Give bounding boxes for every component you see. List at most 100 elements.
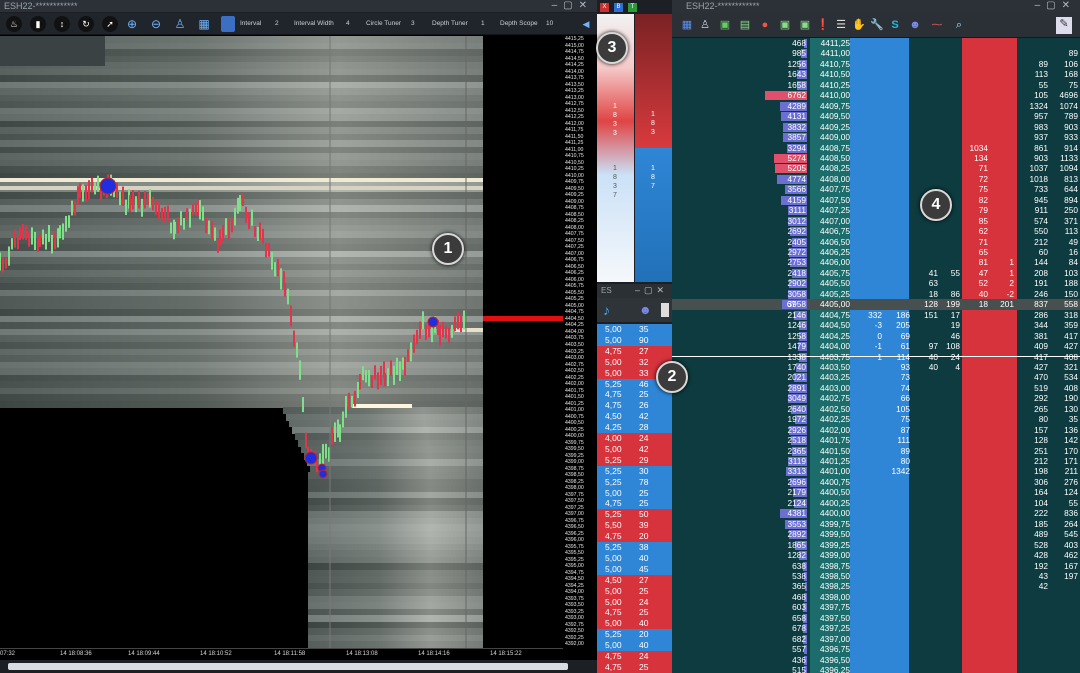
trade-row[interactable]: 4,75 24 — [597, 651, 672, 662]
dom-row[interactable]: 2902 4405,50 63 52 2 191 188 — [672, 278, 1080, 289]
dom-row[interactable]: 4131 4409,50 957 789 — [672, 111, 1080, 122]
dom-row[interactable]: 1282 4399,00 428 462 — [672, 550, 1080, 561]
s-icon[interactable]: S — [888, 18, 902, 32]
dom-row[interactable]: 1740 4403,50 93 40 4 427 321 — [672, 362, 1080, 373]
trade-row[interactable]: 4,75 20 — [597, 531, 672, 543]
trade-row[interactable]: 4,25 28 — [597, 422, 672, 434]
depth-scope-input[interactable]: 10 — [546, 20, 553, 27]
dom-row[interactable]: 638 4398,75 192 167 — [672, 561, 1080, 572]
dom-row[interactable]: 2518 4401,75 111 128 142 — [672, 435, 1080, 446]
dom-row[interactable]: 468 4411,25 — [672, 38, 1080, 49]
dom-row[interactable]: 2365 4401,50 89 251 170 — [672, 446, 1080, 457]
trade-row[interactable]: 5,25 20 — [597, 629, 672, 641]
trade-row[interactable]: 5,00 42 — [597, 443, 672, 455]
dom-row[interactable]: 1479 4404,00 -1 61 97 108 409 427 — [672, 341, 1080, 352]
dom-row[interactable]: 3111 4407,25 79 911 250 — [672, 205, 1080, 216]
hand-icon[interactable]: ✋ — [852, 18, 866, 32]
trade-row[interactable]: 4,50 27 — [597, 574, 672, 586]
dom-row[interactable]: 603 4397,75 — [672, 602, 1080, 613]
trade-row[interactable]: 5,00 40 — [597, 640, 672, 652]
dom-row[interactable]: 2124 4400,25 104 55 — [672, 498, 1080, 509]
dom-row[interactable]: 3058 4405,25 18 86 40 -2 246 150 — [672, 289, 1080, 300]
trade-row[interactable]: 4,00 24 — [597, 433, 672, 444]
collapse-arrow-icon[interactable]: ◀ — [578, 16, 594, 32]
trade-row[interactable]: 5,00 40 — [597, 552, 672, 564]
trade-row[interactable]: 5,00 40 — [597, 618, 672, 630]
dom-row[interactable]: 1256 4410,75 89 106 — [672, 59, 1080, 70]
dom-row[interactable]: 3119 4401,25 80 212 171 — [672, 456, 1080, 467]
dom-row[interactable]: 4159 4407,50 82 945 894 — [672, 195, 1080, 206]
circle-tuner-input[interactable]: 3 — [411, 20, 415, 27]
dom-row[interactable]: 3566 4407,75 75 733 644 — [672, 184, 1080, 195]
list-icon[interactable]: ☰ — [834, 18, 848, 32]
sound-icon[interactable]: ♪ — [603, 302, 610, 318]
notes-icon[interactable]: ✎ — [1056, 17, 1072, 34]
zoom-in-icon[interactable]: ⊕ — [124, 16, 140, 32]
dom-row[interactable]: 5205 4408,25 71 1037 1094 — [672, 163, 1080, 174]
dom-row[interactable]: 515 4396,25 — [672, 665, 1080, 673]
trade-row[interactable]: 4,75 25 — [597, 607, 672, 619]
refresh-icon[interactable]: ↻ — [78, 16, 94, 32]
dom-row[interactable]: 2405 4406,50 71 212 49 — [672, 237, 1080, 248]
trade-row[interactable]: 5,25 50 — [597, 509, 672, 521]
trade-row[interactable]: 4,50 42 — [597, 411, 672, 423]
dom-row[interactable]: 2692 4406,75 62 550 113 — [672, 226, 1080, 237]
dom-row[interactable]: 2972 4406,25 65 60 16 — [672, 247, 1080, 258]
discord-icon[interactable]: ☻ — [639, 303, 652, 317]
trade-row[interactable]: 5,25 29 — [597, 454, 672, 466]
trade-row[interactable]: 5,25 30 — [597, 465, 672, 477]
dom-row[interactable]: 2418 4405,75 41 55 47 1 208 103 — [672, 268, 1080, 279]
dom-row[interactable]: 2179 4400,50 164 124 — [672, 487, 1080, 498]
zoom-out-icon[interactable]: ⊖ — [148, 16, 164, 32]
dom-row[interactable]: 678 4397,25 — [672, 623, 1080, 634]
trade-row[interactable]: 5,00 25 — [597, 585, 672, 597]
wrench-icon[interactable]: 🔧 — [870, 18, 884, 32]
heatmap-plot[interactable] — [0, 36, 563, 648]
trade-row[interactable]: 5,50 39 — [597, 520, 672, 532]
close-x-icon[interactable]: X — [600, 3, 609, 12]
grid-icon[interactable]: ▦ — [196, 16, 212, 32]
bars-icon[interactable]: ▮ — [30, 16, 46, 32]
doc-icon[interactable]: ▤ — [738, 18, 752, 32]
dom-row[interactable]: 2926 4402,00 87 157 136 — [672, 425, 1080, 436]
dom-row[interactable]: 557 4396,75 — [672, 644, 1080, 655]
t-icon[interactable]: T — [628, 3, 637, 12]
dom-row[interactable]: 468 4398,00 — [672, 592, 1080, 603]
depth-tuner-input[interactable]: 1 — [481, 20, 485, 27]
search-icon[interactable]: ⌕ — [952, 18, 966, 32]
dom-row[interactable]: 3553 4399,75 185 264 — [672, 519, 1080, 530]
dom-row[interactable]: 1865 4399,25 528 403 — [672, 540, 1080, 551]
dom-row[interactable]: 3049 4402,75 66 292 190 — [672, 393, 1080, 404]
interval-width-input[interactable]: 4 — [346, 20, 350, 27]
trade-row[interactable]: 5,00 90 — [597, 334, 672, 346]
dom-row[interactable]: 985 4411,00 89 — [672, 48, 1080, 59]
dom-row[interactable]: 1658 4410,25 55 75 — [672, 80, 1080, 91]
dom-row[interactable]: 6762 4410,00 105 4696 — [672, 90, 1080, 101]
dom-row[interactable]: 658 4397,50 — [672, 613, 1080, 624]
trade-row[interactable]: 5,00 25 — [597, 487, 672, 499]
window-controls[interactable]: –▢✕ — [552, 0, 593, 11]
dom-window-controls[interactable]: –▢✕ — [1035, 0, 1076, 11]
trade-row[interactable]: 5,25 78 — [597, 476, 672, 488]
dropdown-icon[interactable] — [661, 303, 669, 317]
trade-row[interactable]: 4,75 25 — [597, 498, 672, 510]
trade-row[interactable]: 4,75 25 — [597, 661, 672, 673]
trade-row[interactable]: 4,75 26 — [597, 400, 672, 412]
trade-row[interactable]: 4,75 27 — [597, 345, 672, 357]
dom-row[interactable]: 3294 4408,75 1034 861 914 — [672, 143, 1080, 154]
import-icon[interactable]: ▣ — [798, 18, 812, 32]
dom-row[interactable]: 1338 4403,75 1 114 40 24 417 408 — [672, 352, 1080, 363]
large-trade-circle[interactable] — [318, 469, 328, 479]
discord-icon[interactable]: ☻ — [908, 18, 922, 32]
dom-row[interactable]: 2891 4403,00 74 519 408 — [672, 383, 1080, 394]
dom-row[interactable]: 5274 4408,50 134 903 1133 — [672, 153, 1080, 164]
dom-row[interactable]: 538 4398,50 43 197 — [672, 571, 1080, 582]
dom-row[interactable]: 1246 4404,50 -3 205 19 344 359 — [672, 320, 1080, 331]
cursor-icon[interactable]: ➚ — [102, 16, 118, 32]
trade-row[interactable]: 5,00 24 — [597, 596, 672, 608]
dom-row[interactable]: 1972 4402,25 75 80 35 — [672, 414, 1080, 425]
dom-row[interactable]: 4381 4400,00 222 836 — [672, 508, 1080, 519]
dom-row[interactable]: 2892 4399,50 489 545 — [672, 529, 1080, 540]
dom-row[interactable]: 682 4397,00 — [672, 634, 1080, 645]
dom-row[interactable]: 436 4396,50 — [672, 655, 1080, 666]
